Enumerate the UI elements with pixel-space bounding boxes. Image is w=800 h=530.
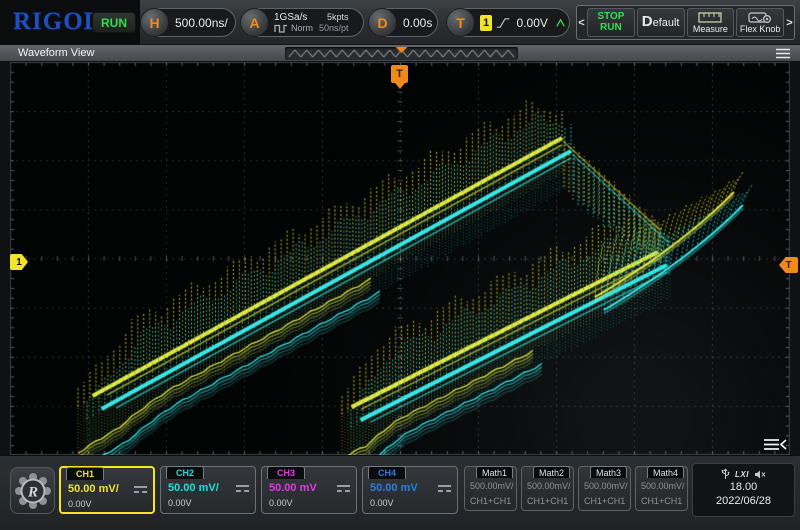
ruler-icon [698,12,722,23]
rigol-gear-logo[interactable]: R [10,467,55,514]
ch4-scale: 50.00 mV [370,482,418,494]
channel-status-bar: R CH1 50.00 mV/ 0.00V CH2 50.00 mV/ 0.00… [0,455,800,530]
t-keycap-icon: T [446,8,475,37]
dc-coupling-icon [236,485,249,492]
channel-card-ch1[interactable]: CH1 50.00 mV/ 0.00V [59,466,155,514]
math3-expression: CH1+CH1 [584,496,625,506]
square-wave-icon [274,24,288,33]
run-label: RUN [600,23,622,33]
top-status-bar: RIGOL RUN H 500.00ns/ A 1GSa/s Norm [0,0,800,45]
run-state-badge[interactable]: RUN [92,12,136,33]
timebase-scale: 500.00ns/ [169,16,234,30]
flex-knob-label: Flex Knob [740,24,781,34]
trigger-source-badge: 1 [480,15,492,31]
math4-expression: CH1+CH1 [641,496,682,506]
flex-knob-icon [748,11,772,23]
math1-tab: Math1 [476,466,513,478]
trigger-level-value: 0.00V [511,16,554,30]
trigger-position-flag[interactable]: T [391,65,408,83]
ch3-scale: 50.00 mV [269,482,317,494]
oscilloscope-screen: RIGOL RUN H 500.00ns/ A 1GSa/s Norm [0,0,800,530]
quick-panel-left-chevron[interactable]: < [577,6,586,39]
flex-knob-button[interactable]: Flex Knob [736,8,784,37]
ch2-name: CH2 [176,468,194,478]
ch1-name: CH1 [76,469,94,479]
system-time: 18.00 [693,481,794,493]
display-menu-handle-icon[interactable] [762,437,788,452]
delay-settings-button[interactable]: D 0.00s [368,8,438,37]
channel-card-ch4[interactable]: CH4 50.00 mV 0.00V [362,466,458,514]
ch4-name: CH4 [378,468,396,478]
math3-scale: 500.00mV/ [584,481,628,491]
ch1-tab: CH1 [66,467,104,480]
ch2-scale: 50.00 mV/ [168,482,219,494]
math3-tab: Math3 [590,466,627,478]
acquisition-settings-button[interactable]: A 1GSa/s Norm 5kpts 50ns/pt [240,8,364,37]
sample-rate: 1GSa/s [274,12,313,23]
speaker-mute-icon [754,469,766,480]
math4-scale: 500.00mV/ [641,481,685,491]
ch4-tab: CH4 [368,466,406,479]
quick-buttons-panel: < STOP RUN Default Measure [576,5,795,40]
ch3-name: CH3 [277,468,295,478]
trigger-activity-icon [556,18,565,28]
h-keycap-icon: H [140,8,169,37]
d-keycap-icon: D [368,8,397,37]
math-card-math2[interactable]: Math2 500.00mV/ CH1+CH1 [521,466,574,511]
view-toolbar: Waveform View [0,45,800,62]
ch4-offset: 0.00V [370,498,394,508]
math-card-math1[interactable]: Math1 500.00mV/ CH1+CH1 [464,466,517,511]
rigol-logo: RIGOL [13,8,101,36]
channel-card-ch2[interactable]: CH2 50.00 mV/ 0.00V [160,466,256,514]
dc-coupling-icon [438,485,451,492]
dc-coupling-icon [134,486,147,493]
toolbar-menu-icon[interactable] [775,48,791,59]
default-button[interactable]: Default [637,8,685,37]
math2-scale: 500.00mV/ [527,481,571,491]
quick-panel-right-chevron[interactable]: > [785,6,794,39]
measure-label: Measure [693,24,728,34]
a-keycap-icon: A [240,8,269,37]
math1-expression: CH1+CH1 [470,496,511,506]
ch3-tab: CH3 [267,466,305,479]
stop-label: STOP [597,12,624,22]
ch2-tab: CH2 [166,466,204,479]
waveform-canvas[interactable] [10,62,790,455]
math-card-math4[interactable]: Math4 500.00mV/ CH1+CH1 [635,466,688,511]
trigger-settings-button[interactable]: T 1 0.00V [446,8,570,37]
waveform-display-area[interactable]: T 1 T [0,62,800,455]
lxi-logo: LXI [735,470,749,479]
rising-edge-slope-icon [496,16,510,30]
math2-tab: Math2 [533,466,570,478]
waveform-overview-navigator[interactable] [285,47,518,60]
math4-tab: Math4 [647,466,684,478]
acquire-mode: Norm [291,23,313,34]
trigger-delay-value: 0.00s [397,16,438,30]
measure-button[interactable]: Measure [687,8,735,37]
ch1-offset: 0.00V [68,499,92,509]
system-clock-panel[interactable]: LXI 18.00 2022/06/28 [692,463,795,517]
system-date: 2022/06/28 [693,495,794,507]
dc-coupling-icon [337,485,350,492]
math-card-math3[interactable]: Math3 500.00mV/ CH1+CH1 [578,466,631,511]
channel-card-ch3[interactable]: CH3 50.00 mV 0.00V [261,466,357,514]
math2-expression: CH1+CH1 [527,496,568,506]
gear-icon: R [14,472,52,510]
memory-depth: 5kpts [319,12,349,23]
svg-text:R: R [26,484,37,500]
math1-scale: 500.00mV/ [470,481,514,491]
view-title: Waveform View [18,47,94,59]
default-label: Default [642,17,680,28]
run-state-label: RUN [101,16,127,30]
ch3-offset: 0.00V [269,498,293,508]
stop-run-button[interactable]: STOP RUN [587,8,635,37]
sample-interval: 50ns/pt [319,23,349,34]
ch2-offset: 0.00V [168,498,192,508]
usb-icon [721,468,730,480]
ch1-scale: 50.00 mV/ [68,483,119,495]
horizontal-settings-button[interactable]: H 500.00ns/ [140,8,236,37]
